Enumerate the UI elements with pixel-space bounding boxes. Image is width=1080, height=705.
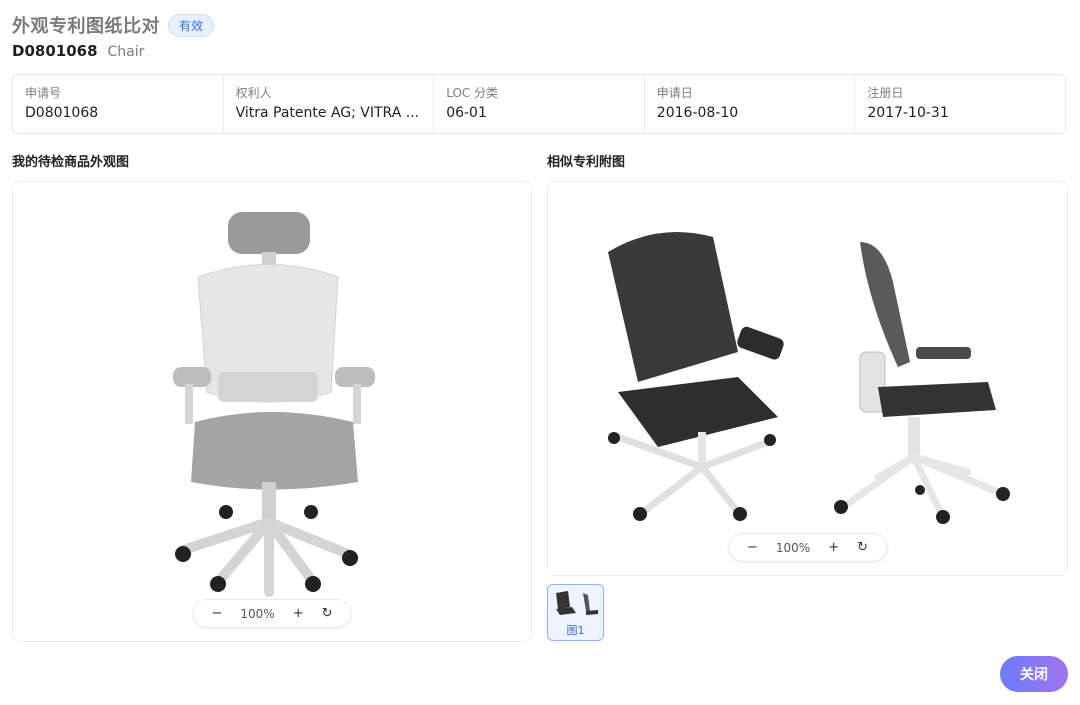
zoom-level: 100% (240, 606, 275, 621)
product-name: Chair (107, 44, 145, 60)
info-cell-owner: 权利人 Vitra Patente AG; VITRA ... (224, 75, 435, 133)
zoom-in-button[interactable]: + (293, 606, 304, 621)
close-button[interactable]: 关闭 (1000, 656, 1068, 692)
product-chair-image (173, 212, 375, 597)
info-cell-registration-date: 注册日 2017-10-31 (855, 75, 1065, 133)
reset-zoom-icon[interactable]: ↻ (322, 606, 333, 621)
zoom-in-button[interactable]: + (828, 540, 839, 555)
patent-image-panel[interactable]: − 100% + ↻ (547, 181, 1068, 576)
status-badge: 有效 (168, 13, 215, 37)
info-cell-loc: LOC 分类 06-01 (434, 75, 645, 133)
info-cell-application-no: 申请号 D0801068 (13, 75, 224, 133)
info-label: 申请号 (25, 86, 62, 100)
thumbnail-label: 图1 (566, 624, 585, 637)
patent-chair-drawing (608, 232, 1010, 524)
header-title-row: 外观专利图纸比对 有效 (12, 12, 215, 38)
right-zoom-toolbar: − 100% + ↻ (727, 533, 888, 562)
thumbnail-chair-image (556, 591, 598, 615)
info-label: 权利人 (235, 86, 272, 100)
zoom-level: 100% (775, 540, 811, 555)
info-value: D0801068 (25, 105, 99, 121)
info-value: 2016-08-10 (656, 105, 739, 121)
info-value: Vitra Patente AG; VITRA ... (235, 105, 420, 121)
info-label: 申请日 (656, 86, 693, 100)
page-title: 外观专利图纸比对 (12, 16, 160, 37)
zoom-out-button[interactable]: − (211, 606, 222, 621)
right-panel-title: 相似专利附图 (547, 155, 626, 170)
patent-subtitle: D0801068 Chair (12, 42, 144, 60)
left-panel-title: 我的待检商品外观图 (12, 155, 130, 170)
thumbnail-figure-1[interactable]: 图1 (547, 584, 604, 641)
info-label: 注册日 (867, 86, 904, 100)
patent-info-table: 申请号 D0801068 权利人 Vitra Patente AG; VITRA… (12, 74, 1066, 134)
info-cell-filing-date: 申请日 2016-08-10 (645, 75, 856, 133)
info-value: 2017-10-31 (867, 105, 949, 121)
product-image-panel[interactable]: − 100% + ↻ (12, 181, 532, 642)
info-value: 06-01 (446, 105, 487, 121)
left-zoom-toolbar: − 100% + ↻ (192, 599, 352, 628)
reset-zoom-icon[interactable]: ↻ (857, 540, 868, 555)
zoom-out-button[interactable]: − (747, 540, 758, 555)
info-label: LOC 分类 (446, 86, 499, 100)
patent-number: D0801068 (12, 42, 98, 60)
